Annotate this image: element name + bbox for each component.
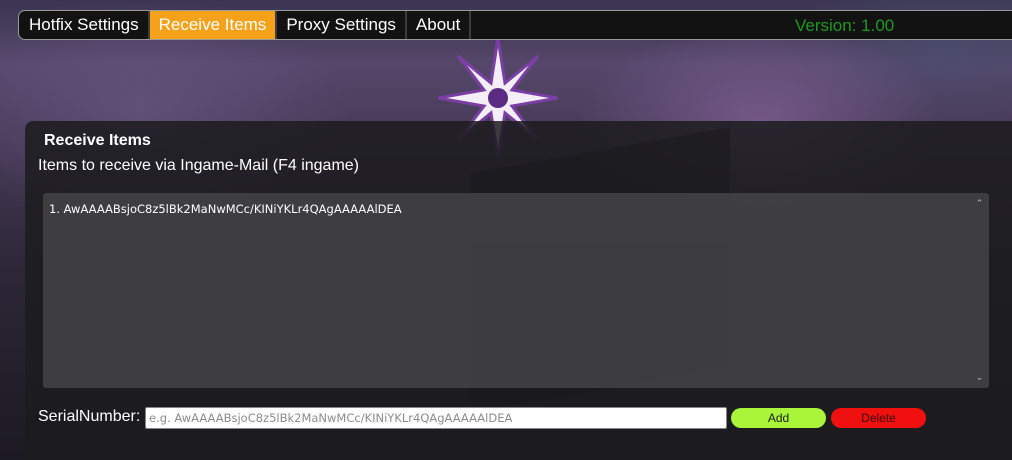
tab-hotfix-settings[interactable]: Hotfix Settings [19, 11, 150, 39]
panel-subtitle: Items to receive via Ingame-Mail (F4 ing… [38, 157, 359, 174]
version-label: Version: 1.00 [795, 16, 895, 35]
tab-receive-items[interactable]: Receive Items [149, 11, 278, 39]
items-list-box[interactable]: 1. AwAAAABsjoC8z5lBk2MaNwMCc/KINiYKLr4QA… [43, 193, 989, 388]
tab-proxy-settings[interactable]: Proxy Settings [277, 11, 407, 39]
serial-number-input[interactable] [145, 407, 727, 429]
tab-about[interactable]: About [407, 11, 472, 39]
serial-number-label: SerialNumber: [38, 408, 141, 425]
list-item-number: 1. [49, 202, 64, 216]
chevron-up-icon[interactable]: ⌃ [972, 196, 987, 211]
delete-button[interactable]: Delete [831, 408, 926, 428]
list-item-serial: AwAAAABsjoC8z5lBk2MaNwMCc/KINiYKLr4QAgAA… [63, 202, 402, 216]
receive-items-panel: Receive Items Items to receive via Ingam… [25, 121, 1012, 460]
tab-bar: Hotfix Settings Receive Items Proxy Sett… [18, 10, 1012, 40]
items-scrollbar[interactable]: ⌃ ⌄ [972, 195, 987, 386]
chevron-down-icon[interactable]: ⌄ [972, 370, 987, 385]
add-button[interactable]: Add [731, 408, 826, 428]
items-list: 1. AwAAAABsjoC8z5lBk2MaNwMCc/KINiYKLr4QA… [49, 202, 967, 216]
list-item[interactable]: 1. AwAAAABsjoC8z5lBk2MaNwMCc/KINiYKLr4QA… [49, 202, 967, 216]
panel-title: Receive Items [44, 132, 151, 149]
